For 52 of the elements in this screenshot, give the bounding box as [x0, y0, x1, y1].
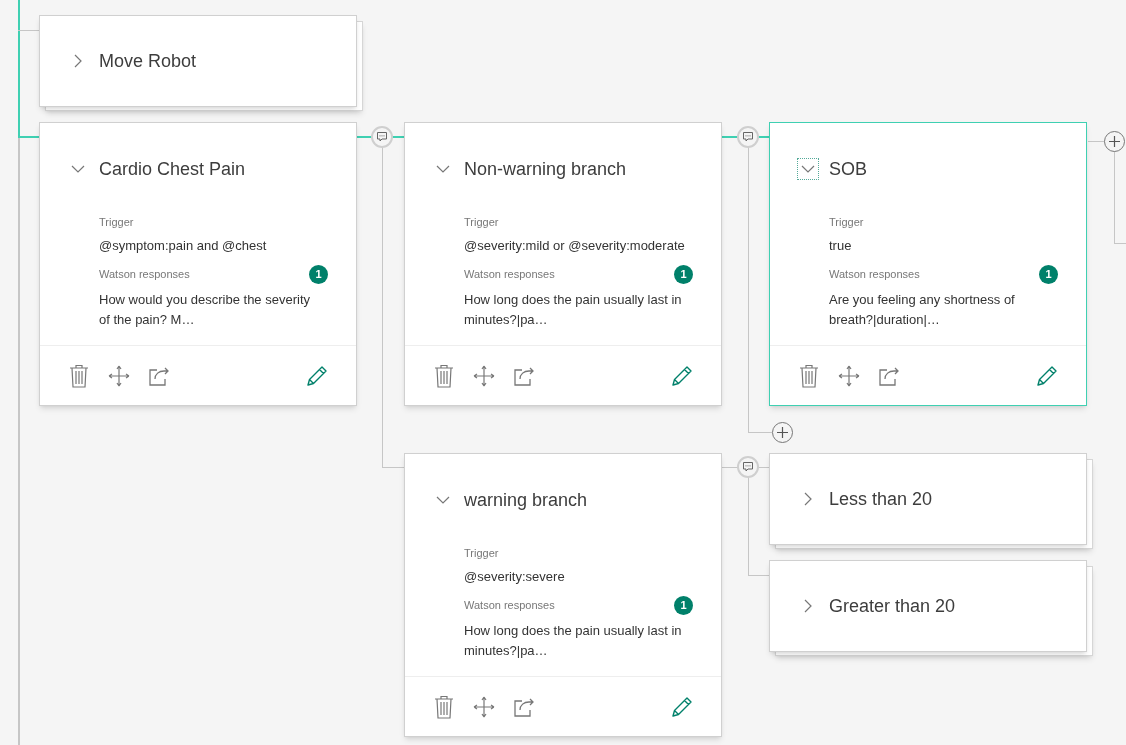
response-text: How long does the pain usually last in minutes?|pa… — [464, 291, 683, 329]
response-text: Are you feeling any shortness of breath?|duration|… — [829, 291, 1016, 329]
response-count-badge: 1 — [1039, 265, 1058, 284]
move-icon[interactable] — [837, 363, 861, 388]
pencil-icon[interactable] — [1036, 364, 1058, 387]
node-title: SOB — [829, 157, 867, 181]
node-title: Cardio Chest Pain — [99, 157, 246, 181]
plus-icon[interactable] — [1104, 131, 1125, 152]
trash-icon[interactable] — [798, 363, 820, 388]
chevron-down-icon[interactable] — [798, 159, 818, 179]
speech-bubble-icon[interactable] — [371, 126, 393, 148]
pencil-icon[interactable] — [671, 364, 693, 387]
node-title: Less than 20 — [829, 487, 933, 511]
pencil-icon[interactable] — [306, 364, 328, 387]
dialog-node-card[interactable]: Move Robot — [39, 15, 357, 107]
response-count-badge: 1 — [674, 596, 693, 615]
trigger-condition: @severity:severe — [464, 568, 566, 586]
responses-label: Watson responses — [99, 267, 190, 283]
dialog-node-card[interactable]: Greater than 20 — [769, 560, 1087, 652]
pencil-icon[interactable] — [671, 695, 693, 718]
speech-bubble-icon[interactable] — [737, 456, 759, 478]
dialog-node-card[interactable]: Non-warning branch Trigger @severity:mild or @severity:moderate Watson responses 1 How long does the pain usually last in minutes?|pa… — [404, 122, 722, 406]
dialog-node-card[interactable]: SOB Trigger true Watson responses 1 Are you feeling any shortness of breath?|duration|… — [769, 122, 1087, 406]
move-icon[interactable] — [472, 694, 496, 719]
plus-icon[interactable] — [772, 422, 793, 443]
node-title: warning branch — [464, 488, 588, 512]
response-text: How would you describe the severity of the pain? M… — [99, 291, 311, 329]
dialog-node-card[interactable]: Cardio Chest Pain Trigger @symptom:pain and @chest Watson responses 1 How would you describe the severity of the pain? M… — [39, 122, 357, 406]
trash-icon[interactable] — [433, 363, 455, 388]
move-icon[interactable] — [472, 363, 496, 388]
node-title: Move Robot — [99, 49, 197, 73]
trash-icon[interactable] — [433, 694, 455, 719]
dialog-node-card[interactable]: Less than 20 — [769, 453, 1087, 545]
response-count-badge: 1 — [674, 265, 693, 284]
responses-label: Watson responses — [464, 267, 555, 283]
trigger-label: Trigger — [464, 215, 500, 229]
move-icon[interactable] — [107, 363, 131, 388]
trigger-label: Trigger — [464, 546, 500, 560]
speech-bubble-icon[interactable] — [737, 126, 759, 148]
node-title: Greater than 20 — [829, 594, 956, 618]
responses-label: Watson responses — [464, 598, 555, 614]
node-title: Non-warning branch — [464, 157, 627, 181]
trigger-label: Trigger — [99, 215, 135, 229]
trigger-condition: @symptom:pain and @chest — [99, 237, 268, 255]
dialog-node-card[interactable]: warning branch Trigger @severity:severe Watson responses 1 How long does the pain usually last in minutes?|pa… — [404, 453, 722, 737]
trash-icon[interactable] — [68, 363, 90, 388]
trigger-condition: true — [829, 237, 853, 255]
trigger-label: Trigger — [829, 215, 865, 229]
trigger-condition: @severity:mild or @severity:moderate — [464, 237, 686, 255]
response-text: How long does the pain usually last in minutes?|pa… — [464, 622, 683, 660]
response-count-badge: 1 — [309, 265, 328, 284]
responses-label: Watson responses — [829, 267, 920, 283]
